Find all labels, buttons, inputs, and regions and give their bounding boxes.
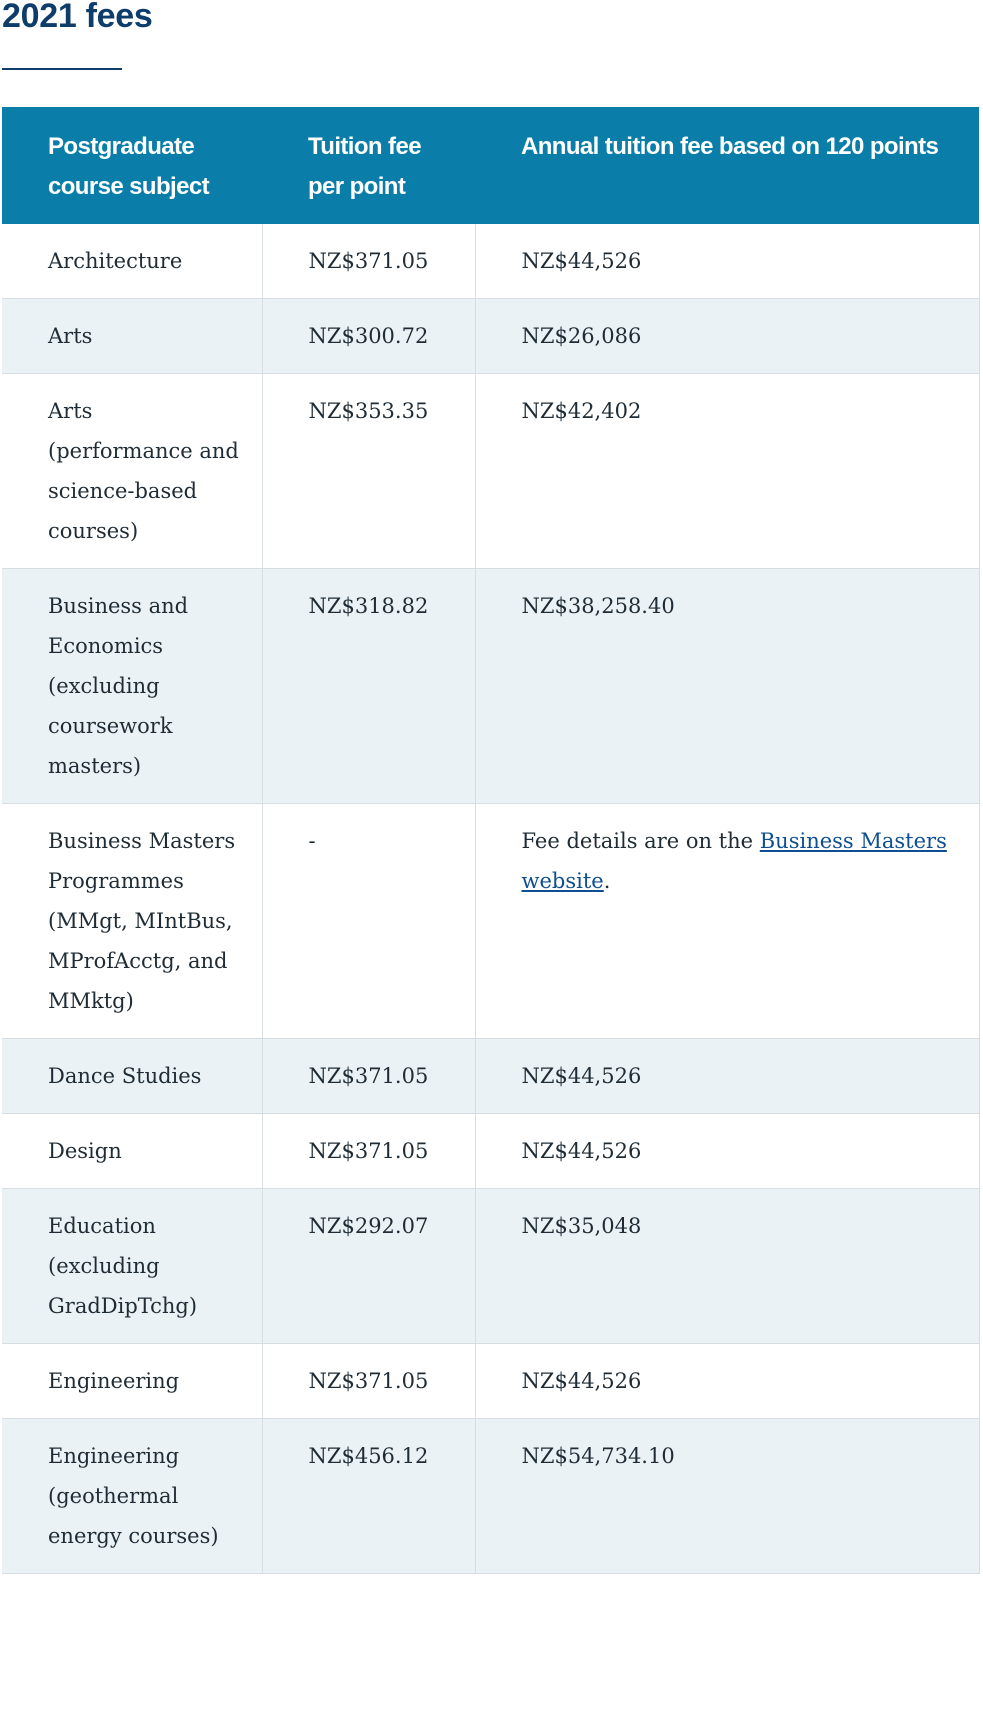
cell-annual-fee: NZ$35,048 [474,1188,980,1344]
cell-subject: Business and Economics (excluding course… [2,568,262,804]
table-row: Arts (performance and science-based cour… [2,373,980,569]
cell-annual-fee: NZ$54,734.10 [474,1418,980,1574]
page-title: 2021 fees [2,0,153,35]
cell-fee-per-point: - [261,803,475,1039]
header-course-subject: Postgraduate course subject [2,107,262,224]
table-row: Business and Economics (excluding course… [2,568,980,804]
cell-subject: Dance Studies [2,1038,262,1114]
cell-subject: Engineering (geothermal energy courses) [2,1418,262,1574]
table-row: Design NZ$371.05 NZ$44,526 [2,1113,980,1189]
cell-annual-fee: NZ$38,258.40 [474,568,980,804]
header-annual-tuition-fee: Annual tuition fee based on 120 points [475,107,979,224]
cell-fee-per-point: NZ$371.05 [261,224,475,299]
cell-fee-per-point: NZ$371.05 [261,1038,475,1114]
table-row: Arts NZ$300.72 NZ$26,086 [2,298,980,374]
annual-fee-note-end: . [603,869,611,893]
cell-subject: Arts (performance and science-based cour… [2,373,262,569]
cell-annual-fee: NZ$44,526 [474,224,980,299]
cell-subject: Arts [2,298,262,374]
cell-fee-per-point: NZ$292.07 [261,1188,475,1344]
header-tuition-fee-per-point: Tuition fee per point [262,107,475,224]
cell-fee-per-point: NZ$371.05 [261,1343,475,1419]
cell-annual-fee: NZ$44,526 [474,1113,980,1189]
cell-subject: Engineering [2,1343,262,1419]
cell-annual-fee: NZ$44,526 [474,1038,980,1114]
cell-annual-fee: NZ$44,526 [474,1343,980,1419]
cell-fee-per-point: NZ$456.12 [261,1418,475,1574]
cell-subject: Architecture [2,224,262,299]
cell-annual-fee: Fee details are on the Business Masters … [474,803,980,1039]
annual-fee-note: Fee details are on the [521,829,760,853]
cell-fee-per-point: NZ$318.82 [261,568,475,804]
table-row: Engineering (geothermal energy courses) … [2,1418,980,1574]
cell-annual-fee: NZ$42,402 [474,373,980,569]
cell-annual-fee: NZ$26,086 [474,298,980,374]
cell-fee-per-point: NZ$371.05 [261,1113,475,1189]
fees-table: Postgraduate course subject Tuition fee … [2,107,980,1574]
table-row: Dance Studies NZ$371.05 NZ$44,526 [2,1038,980,1114]
cell-subject: Design [2,1113,262,1189]
table-row: Engineering NZ$371.05 NZ$44,526 [2,1343,980,1419]
table-row: Architecture NZ$371.05 NZ$44,526 [2,224,980,299]
cell-fee-per-point: NZ$300.72 [261,298,475,374]
cell-subject: Business Masters Programmes (MMgt, MIntB… [2,803,262,1039]
table-row: Business Masters Programmes (MMgt, MIntB… [2,803,980,1039]
title-divider [2,68,122,70]
cell-subject: Education (excluding GradDipTchg) [2,1188,262,1344]
table-row: Education (excluding GradDipTchg) NZ$292… [2,1188,980,1344]
table-header-row: Postgraduate course subject Tuition fee … [2,107,979,224]
cell-fee-per-point: NZ$353.35 [261,373,475,569]
